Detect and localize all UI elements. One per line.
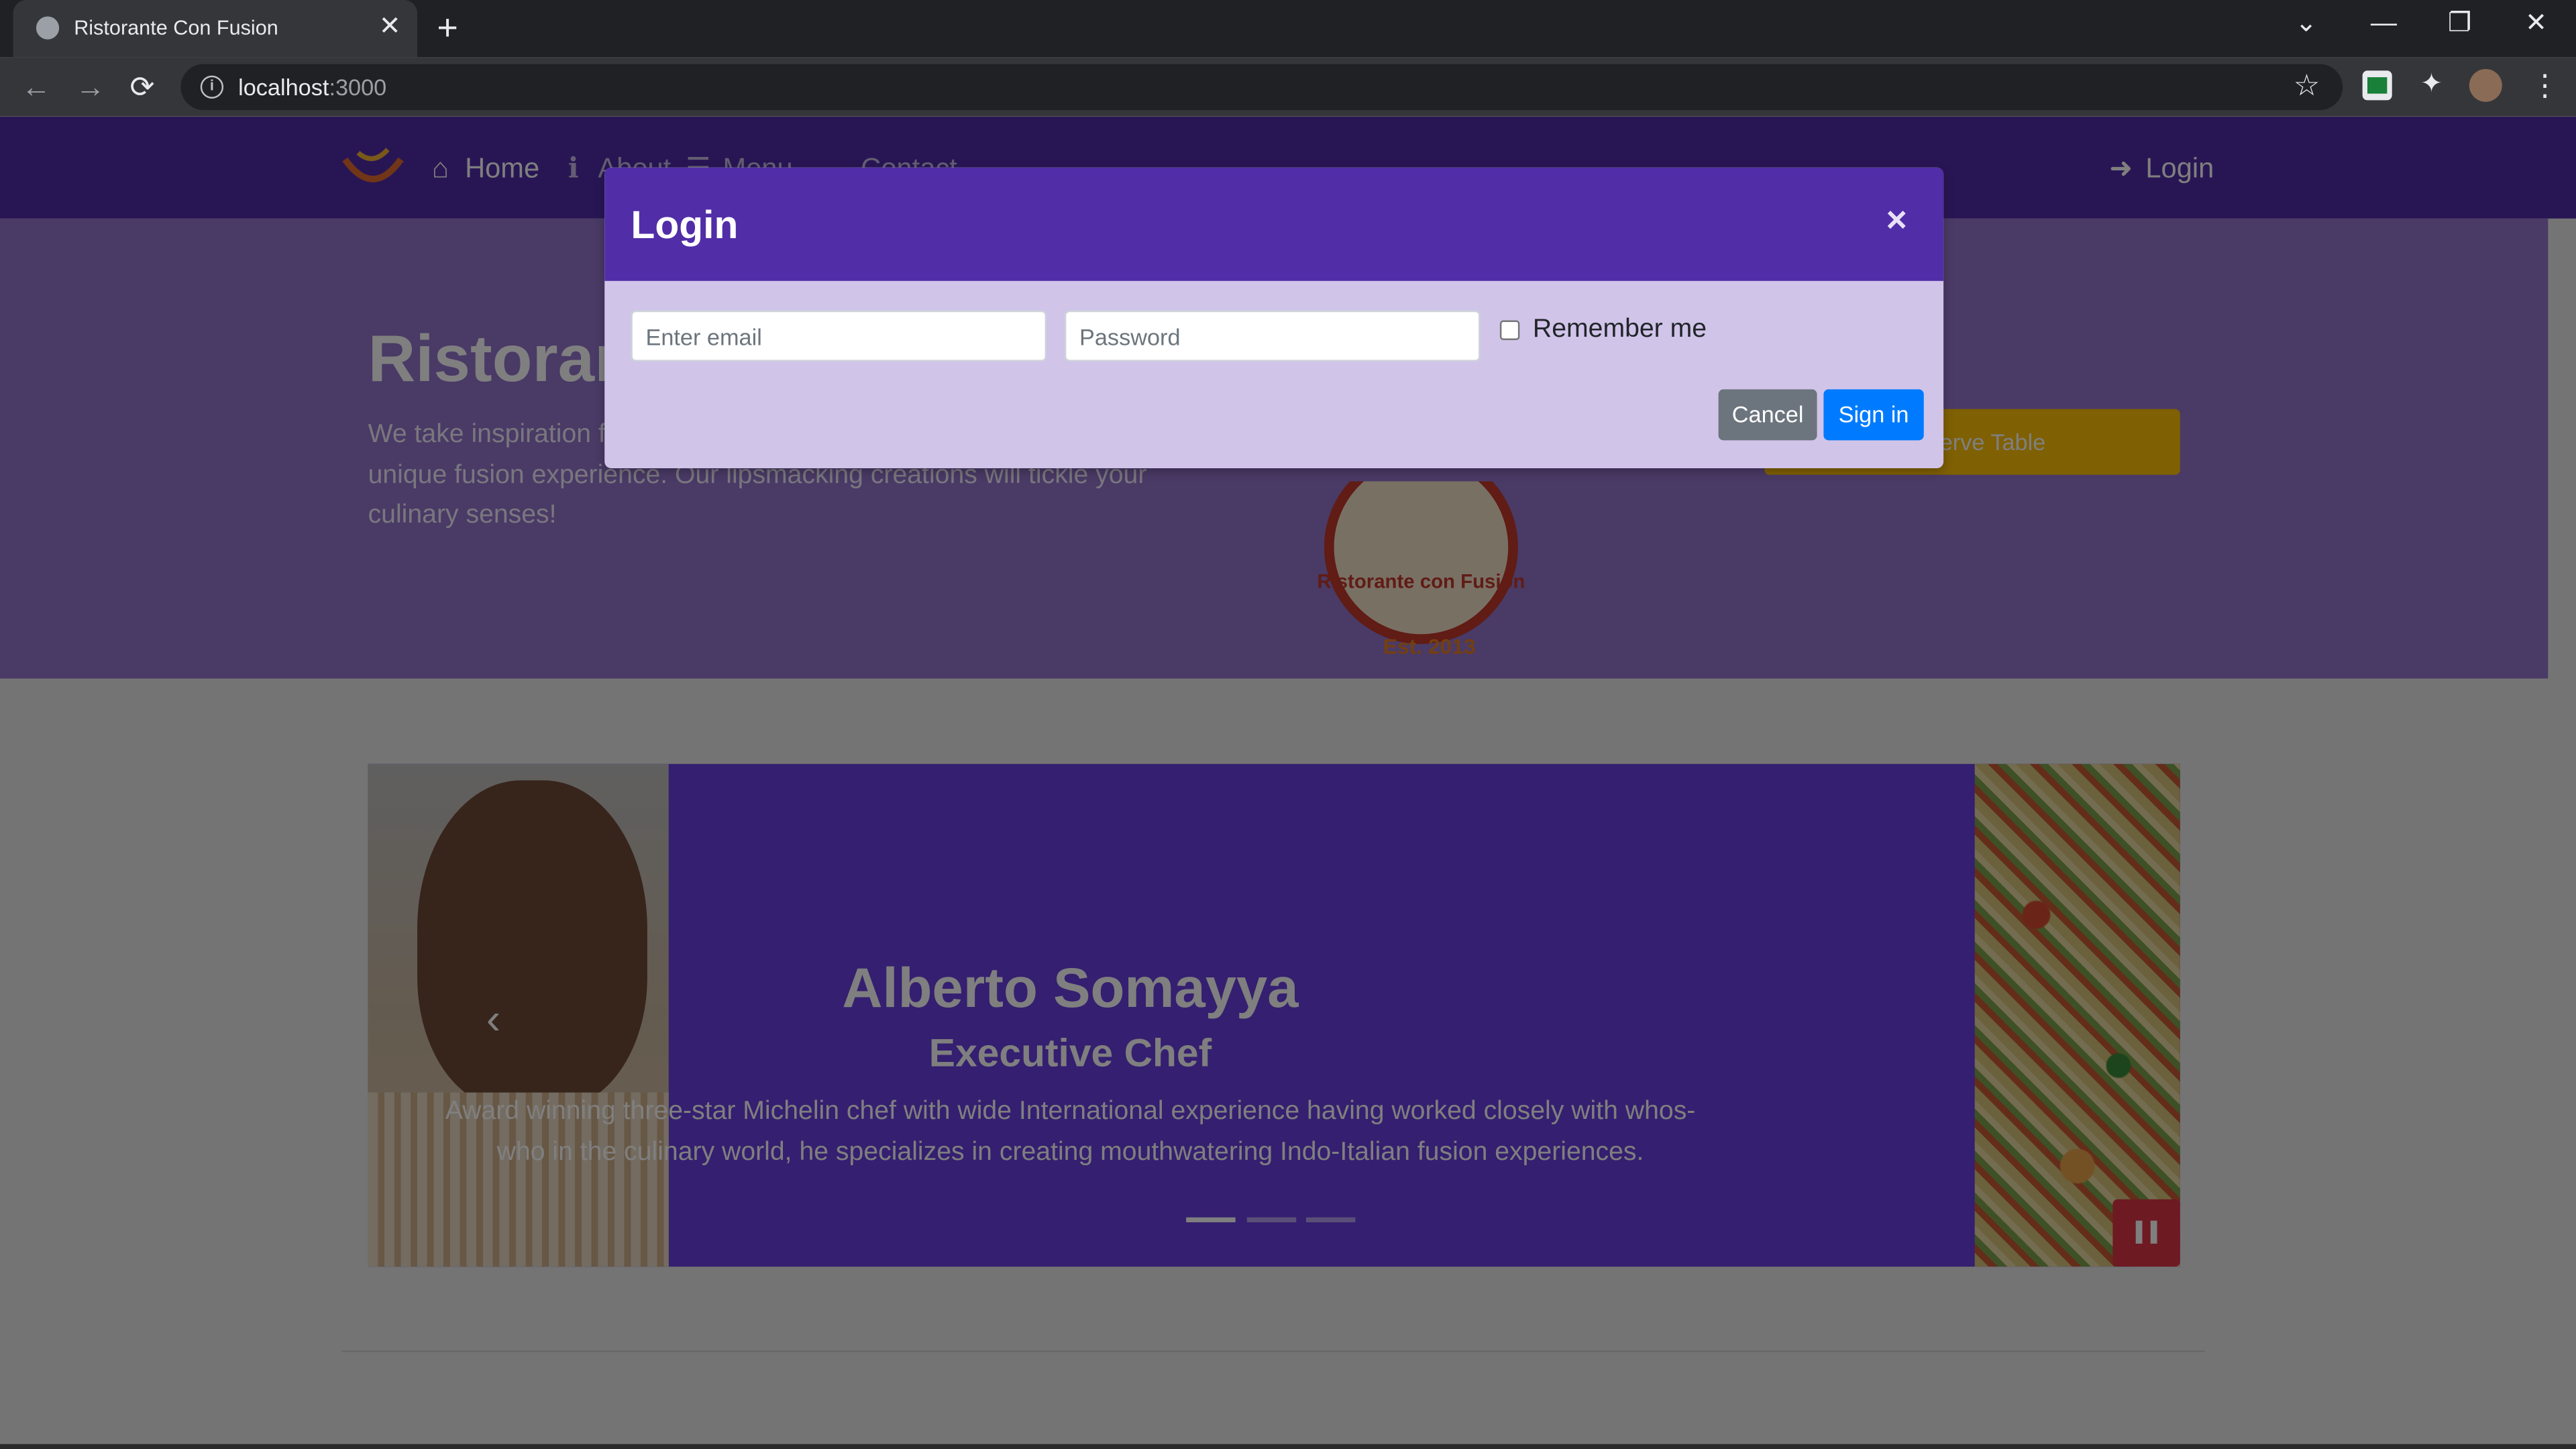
- url-port: :3000: [329, 74, 387, 101]
- cancel-button[interactable]: Cancel: [1718, 389, 1817, 441]
- remember-me-label[interactable]: Remember me: [1533, 315, 1707, 345]
- url-host: localhost: [238, 74, 329, 101]
- back-icon[interactable]: ←: [21, 69, 51, 105]
- minimize-icon[interactable]: —: [2371, 8, 2397, 41]
- modal-header: Login ×: [604, 167, 1944, 281]
- browser-menu-icon[interactable]: ⋮: [2530, 67, 2559, 103]
- forward-icon[interactable]: →: [76, 69, 105, 105]
- email-input[interactable]: [631, 310, 1047, 362]
- url-text: localhost:3000: [238, 74, 386, 100]
- modal-close-icon[interactable]: ×: [1886, 199, 1907, 241]
- tab-search-icon[interactable]: ⌄: [2295, 8, 2317, 41]
- extension-sheets-icon[interactable]: [2362, 70, 2392, 101]
- remember-me-checkbox[interactable]: [1499, 320, 1520, 340]
- page-bottom-edge: [0, 1444, 2576, 1449]
- site-info-icon[interactable]: i: [200, 75, 224, 99]
- globe-icon: [36, 16, 60, 40]
- browser-tab[interactable]: Ristorante Con Fusion ✕: [13, 0, 418, 58]
- screen: Ristorante Con Fusion ✕ + ⌄ — ❐ ✕ ← → ⟳ …: [0, 0, 2576, 1449]
- bookmark-star-icon[interactable]: ☆: [2294, 67, 2320, 103]
- browser-toolbar: ← → ⟳ i localhost:3000 ☆ ✦ ⋮: [0, 57, 2576, 117]
- restore-icon[interactable]: ❐: [2448, 8, 2471, 41]
- address-bar[interactable]: i localhost:3000: [180, 64, 2343, 111]
- window-close-icon[interactable]: ✕: [2525, 8, 2547, 41]
- browser-tab-bar: Ristorante Con Fusion ✕ + ⌄ — ❐ ✕: [0, 0, 2576, 58]
- reload-icon[interactable]: ⟳: [129, 69, 154, 105]
- profile-avatar[interactable]: [2469, 68, 2502, 102]
- modal-title: Login: [631, 203, 739, 248]
- sign-in-button[interactable]: Sign in: [1823, 389, 1924, 441]
- new-tab-button[interactable]: +: [437, 7, 458, 48]
- close-tab-icon[interactable]: ✕: [379, 11, 401, 44]
- tab-title: Ristorante Con Fusion: [74, 16, 278, 40]
- password-input[interactable]: [1064, 310, 1481, 362]
- web-page: ⌂Home ℹAbout ☰Menu Contact ➜Login Ristor…: [0, 116, 2576, 1449]
- login-modal: Login × Remember me Cancel Sign in: [604, 167, 1944, 468]
- extensions-puzzle-icon[interactable]: ✦: [2416, 70, 2446, 100]
